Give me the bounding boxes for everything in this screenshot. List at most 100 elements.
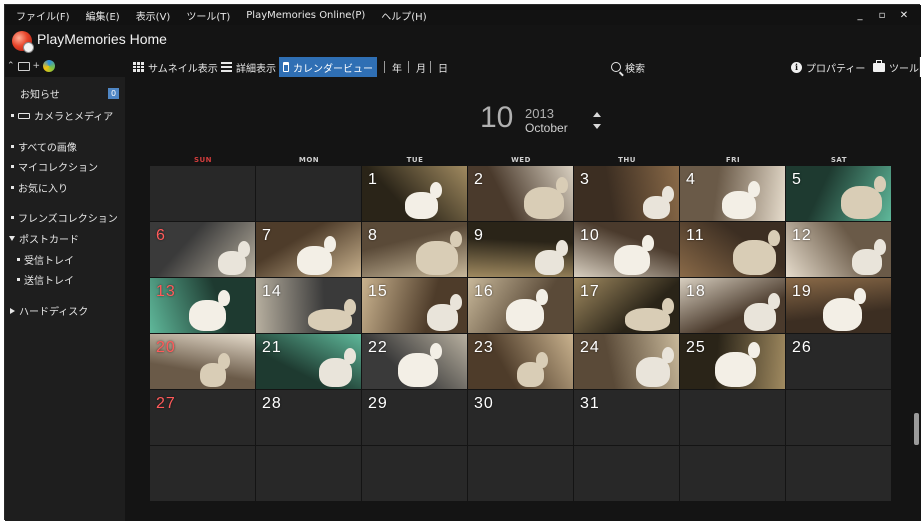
menu-view[interactable]: 表示(V) (128, 8, 179, 23)
calendar-day-cell[interactable]: 26 (786, 334, 891, 389)
year-label: 2013 (525, 106, 554, 121)
calendar-day-cell[interactable]: 27 (150, 390, 255, 445)
calendar-view: 10 2013 October SUN MON TUE WED THU FRI … (125, 77, 921, 521)
monitor-icon[interactable] (17, 61, 30, 71)
menu-playmemories-online[interactable]: PlayMemories Online(P) (238, 10, 373, 21)
photo-subject (662, 186, 674, 202)
photo-subject (450, 294, 462, 310)
calendar-day-cell[interactable]: 20 (150, 334, 255, 389)
tools-button[interactable]: ツール (869, 57, 923, 77)
calendar-day-cell[interactable]: 31 (574, 390, 679, 445)
calendar-day-cell[interactable]: 14 (256, 278, 361, 333)
menu-edit[interactable]: 編集(E) (78, 8, 128, 23)
collapse-arrow-icon[interactable] (10, 307, 15, 314)
minimize-button[interactable]: _ (849, 10, 871, 21)
calendar-day-cell[interactable]: 8 (362, 222, 467, 277)
properties-button[interactable]: i プロパティー (787, 57, 869, 77)
day-button[interactable]: 日 (426, 57, 452, 77)
online-service-icon[interactable] (43, 60, 56, 72)
toolbox-icon (873, 59, 885, 72)
calendar-view-button[interactable]: カレンダービュー (279, 57, 377, 77)
calendar-day-cell[interactable] (680, 446, 785, 501)
calendar-day-cell[interactable]: 2 (468, 166, 573, 221)
year-button[interactable]: 年 (380, 57, 406, 77)
collapse-icon[interactable]: ⌃ (7, 61, 15, 71)
calendar-day-cell[interactable]: 30 (468, 390, 573, 445)
sidebar-item-my-collection[interactable]: マイコレクション (11, 159, 98, 174)
sidebar-item-postcard[interactable]: ポストカード (9, 231, 79, 246)
calendar-day-cell[interactable]: 1 (362, 166, 467, 221)
calendar-day-cell[interactable]: 16 (468, 278, 573, 333)
calendar-day-cell[interactable]: 29 (362, 390, 467, 445)
calendar-day-cell[interactable] (680, 390, 785, 445)
calendar-day-cell[interactable]: 28 (256, 390, 361, 445)
photo-thumbnail[interactable] (715, 352, 756, 387)
day-number: 18 (686, 283, 706, 300)
weekday-label: TUE (406, 156, 424, 164)
photo-thumbnail[interactable] (416, 241, 458, 275)
photo-subject (874, 176, 886, 192)
calendar-day-cell[interactable] (256, 446, 361, 501)
calendar-day-cell[interactable]: 21 (256, 334, 361, 389)
search-button[interactable]: 検索 (607, 57, 649, 77)
sidebar-item-outbox[interactable]: 送信トレイ (17, 272, 74, 287)
restore-button[interactable]: ▫ (871, 10, 893, 21)
calendar-day-cell[interactable]: 9 (468, 222, 573, 277)
calendar-day-cell[interactable]: 25 (680, 334, 785, 389)
calendar-day-cell[interactable]: 11 (680, 222, 785, 277)
menu-tools[interactable]: ツール(T) (178, 8, 238, 23)
day-number: 7 (262, 227, 272, 244)
calendar-day-cell[interactable]: 13 (150, 278, 255, 333)
day-number: 3 (580, 171, 590, 188)
next-month-icon[interactable] (593, 124, 601, 129)
calendar-day-cell[interactable]: 5 (786, 166, 891, 221)
day-number: 22 (368, 339, 388, 356)
sidebar-item-all-images[interactable]: すべての画像 (11, 139, 77, 154)
scrollbar-thumb[interactable] (914, 413, 919, 445)
calendar-day-cell[interactable]: 24 (574, 334, 679, 389)
previous-month-icon[interactable] (593, 112, 601, 117)
sidebar-item-friends-collection[interactable]: フレンズコレクション (11, 210, 118, 225)
calendar-day-cell[interactable]: 7 (256, 222, 361, 277)
calendar-day-cell[interactable] (150, 166, 255, 221)
weekday-label: SAT (830, 156, 848, 164)
calendar-day-cell[interactable]: 6 (150, 222, 255, 277)
day-number: 31 (580, 395, 600, 412)
calendar-day-cell[interactable] (362, 446, 467, 501)
calendar-day-cell[interactable]: 15 (362, 278, 467, 333)
photo-subject (238, 241, 250, 257)
calendar-day-cell[interactable]: 4 (680, 166, 785, 221)
sidebar-item-inbox[interactable]: 受信トレイ (17, 252, 74, 267)
sidebar-item-hard-disk[interactable]: ハードディスク (10, 303, 88, 318)
day-number: 25 (686, 339, 706, 356)
properties-label: プロパティー (806, 63, 866, 75)
photo-subject (450, 231, 462, 247)
calendar-day-cell[interactable]: 3 (574, 166, 679, 221)
calendar-day-cell[interactable] (786, 390, 891, 445)
close-button[interactable]: ✕ (893, 10, 915, 21)
thumbnail-view-button[interactable]: サムネイル表示 (129, 57, 222, 77)
calendar-day-cell[interactable] (468, 446, 573, 501)
calendar-day-cell[interactable]: 10 (574, 222, 679, 277)
calendar-day-cell[interactable]: 23 (468, 334, 573, 389)
calendar-day-cell[interactable]: 18 (680, 278, 785, 333)
calendar-day-cell[interactable] (150, 446, 255, 501)
calendar-day-cell[interactable]: 17 (574, 278, 679, 333)
calendar-day-cell[interactable] (256, 166, 361, 221)
month-number: 10 (480, 101, 514, 134)
calendar-day-cell[interactable]: 19 (786, 278, 891, 333)
detail-view-button[interactable]: 詳細表示 (217, 57, 280, 77)
calendar-day-cell[interactable]: 22 (362, 334, 467, 389)
menu-help[interactable]: ヘルプ(H) (373, 8, 434, 23)
day-label: 日 (438, 63, 448, 75)
sidebar-item-camera-media[interactable]: カメラとメディア (11, 108, 113, 123)
menu-file[interactable]: ファイル(F) (5, 8, 78, 23)
expand-icon[interactable] (9, 236, 15, 241)
photo-thumbnail[interactable] (733, 240, 776, 275)
calendar-day-cell[interactable] (786, 446, 891, 501)
calendar-day-cell[interactable]: 12 (786, 222, 891, 277)
day-number: 21 (262, 339, 282, 356)
calendar-day-cell[interactable] (574, 446, 679, 501)
sidebar-item-favorites[interactable]: お気に入り (11, 180, 68, 195)
sidebar-item-notice[interactable]: お知らせ (20, 86, 60, 101)
